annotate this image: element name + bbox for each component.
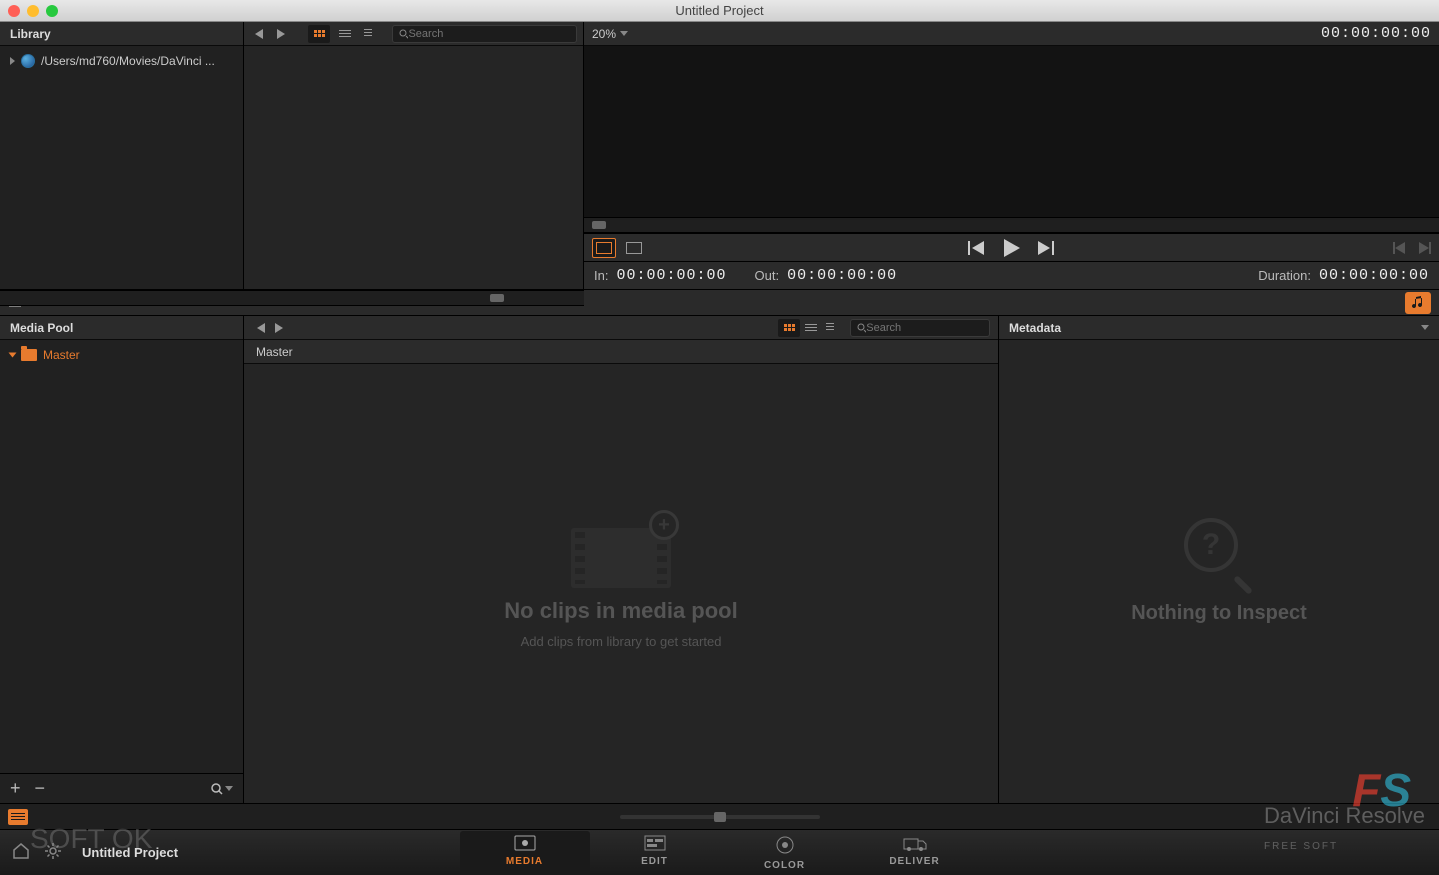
timeline-mode-button[interactable] [622,238,646,258]
mp-nav-back-button[interactable] [252,320,270,336]
library-title: Library [0,22,243,46]
filmstrip-icon [626,242,642,254]
out-timecode[interactable]: 00:00:00:00 [787,267,897,284]
media-pool-content-panel: Master + No clips in media pool Add clip… [244,316,999,803]
empty-title: No clips in media pool [504,598,737,624]
library-path-label: /Users/md760/Movies/DaVinci ... [41,54,215,68]
prev-clip-button[interactable] [968,241,986,255]
viewer-timecode[interactable]: 00:00:00:00 [1321,25,1431,42]
deliver-icon [903,835,927,854]
project-name: Untitled Project [82,845,178,860]
tab-edit[interactable]: EDIT [590,831,720,875]
window-titlebar: Untitled Project [0,0,1439,22]
zoom-value: 20% [592,27,616,41]
duration-label: Duration: [1258,268,1311,283]
browser-search[interactable] [392,25,577,43]
browser-panel [244,22,584,289]
bin-search-button[interactable] [211,783,233,795]
mp-sort-button[interactable] [822,319,844,337]
in-timecode[interactable]: 00:00:00:00 [616,267,726,284]
tab-color-label: COLOR [764,860,805,871]
chevron-down-icon [225,786,233,791]
grid-view-button[interactable] [308,25,330,43]
empty-clip-icon: + [571,518,671,588]
page-navigation: Untitled Project MEDIA EDIT COLOR DELIVE… [0,829,1439,875]
media-icon [514,835,536,854]
expand-arrow-icon[interactable] [10,57,15,65]
mp-search[interactable] [850,319,990,337]
mp-search-input[interactable] [866,322,983,334]
next-clip-button[interactable] [1038,241,1056,255]
viewer-preview[interactable] [584,46,1439,217]
viewer-panel: 20% 00:00:00:00 In: 00:00:00:00 Out: [584,22,1439,289]
step-back-button[interactable] [1393,242,1405,254]
zoom-dropdown[interactable]: 20% [592,27,628,41]
remove-bin-button[interactable]: − [35,778,46,799]
library-slider[interactable] [0,290,584,306]
tab-media[interactable]: MEDIA [460,831,590,875]
tab-deliver[interactable]: DELIVER [850,831,980,875]
volume-icon [21,54,35,68]
nav-forward-button[interactable] [272,26,290,42]
master-bin-label: Master [43,348,80,362]
metadata-menu-icon[interactable] [1421,325,1429,330]
library-path-row[interactable]: /Users/md760/Movies/DaVinci ... [6,52,237,70]
metadata-title: Metadata [1009,321,1061,335]
empty-subtitle: Add clips from library to get started [521,634,722,649]
window-title: Untitled Project [675,3,763,18]
sort-button[interactable] [360,25,382,43]
home-button[interactable] [12,842,30,863]
chevron-down-icon [620,31,628,36]
step-forward-button[interactable] [1419,242,1431,254]
search-icon [857,323,866,333]
bottom-strip [0,803,1439,829]
folder-icon [21,349,37,361]
mp-breadcrumb[interactable]: Master [244,340,998,364]
audio-button[interactable] [1405,292,1431,314]
browser-toolbar [244,22,583,46]
browser-body [244,46,583,289]
inspect-icon: ? [1184,518,1254,588]
duration-timecode[interactable]: 00:00:00:00 [1319,267,1429,284]
mp-nav-forward-button[interactable] [270,320,288,336]
tab-deliver-label: DELIVER [889,856,939,867]
metadata-panel: Metadata ? Nothing to Inspect [999,316,1439,803]
tab-edit-label: EDIT [641,856,668,867]
minimize-window-button[interactable] [27,5,39,17]
settings-button[interactable] [44,842,62,863]
metadata-empty-state: ? Nothing to Inspect [999,340,1439,803]
media-pool-empty-state: + No clips in media pool Add clips from … [244,364,998,803]
in-label: In: [594,268,608,283]
filmstrip-icon [596,242,612,254]
mp-list-view-button[interactable] [800,319,822,337]
list-view-button[interactable] [334,25,356,43]
library-panel: Library /Users/md760/Movies/DaVinci ... [0,22,244,289]
tab-media-label: MEDIA [506,856,543,867]
add-bin-button[interactable]: + [10,778,21,799]
nav-back-button[interactable] [250,26,268,42]
color-icon [775,835,795,858]
maximize-window-button[interactable] [46,5,58,17]
thumbnail-size-slider[interactable] [620,815,820,819]
close-window-button[interactable] [8,5,20,17]
source-mode-button[interactable] [592,238,616,258]
viewer-scrubber[interactable] [584,217,1439,233]
clip-list-toggle[interactable] [8,809,28,825]
metadata-empty-label: Nothing to Inspect [1131,602,1307,625]
out-label: Out: [755,268,780,283]
search-icon [399,29,408,39]
browser-search-input[interactable] [408,28,570,40]
tab-color[interactable]: COLOR [720,831,850,875]
mp-grid-view-button[interactable] [778,319,800,337]
edit-icon [644,835,666,854]
media-pool-title: Media Pool [0,316,243,340]
expand-arrow-icon[interactable] [9,353,17,358]
media-pool-tree-panel: Media Pool Master + − [0,316,244,803]
play-button[interactable] [1004,239,1020,257]
master-bin-row[interactable]: Master [6,346,237,364]
